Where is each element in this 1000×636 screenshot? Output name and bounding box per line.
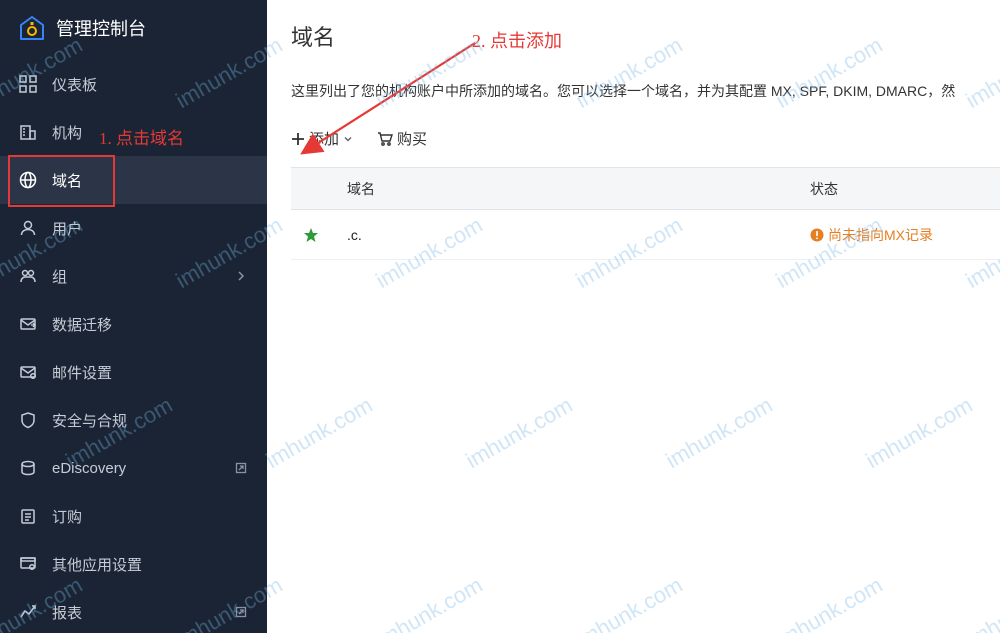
chevron-down-icon bbox=[343, 134, 353, 144]
sidebar-item-migration[interactable]: 数据迁移 bbox=[0, 300, 267, 348]
warning-icon bbox=[810, 228, 824, 242]
apps-icon bbox=[18, 554, 38, 574]
chevron-right-icon bbox=[233, 268, 249, 284]
main-content: 域名 这里列出了您的机构账户中所添加的域名。您可以选择一个域名，并为其配置 MX… bbox=[267, 0, 1000, 633]
shield-icon bbox=[18, 410, 38, 430]
table-header: 域名 状态 bbox=[291, 168, 1000, 210]
star-icon bbox=[291, 227, 331, 243]
group-icon bbox=[18, 266, 38, 286]
brand-icon bbox=[18, 14, 46, 42]
sidebar-item-organization[interactable]: 机构 bbox=[0, 108, 267, 156]
cart-icon bbox=[377, 131, 393, 147]
sidebar-item-mail-settings[interactable]: 邮件设置 bbox=[0, 348, 267, 396]
brand-title: 管理控制台 bbox=[56, 15, 146, 41]
migration-icon bbox=[18, 314, 38, 334]
domain-table: 域名 状态 .c. 尚未指向MX记录 bbox=[291, 167, 1000, 260]
sidebar: 管理控制台 仪表板 机构 bbox=[0, 0, 267, 633]
page-description: 这里列出了您的机构账户中所添加的域名。您可以选择一个域名，并为其配置 MX, S… bbox=[291, 80, 1000, 102]
add-button[interactable]: 添加 bbox=[291, 128, 353, 149]
nav-label: 邮件设置 bbox=[52, 362, 249, 383]
domain-status-cell: 尚未指向MX记录 bbox=[810, 225, 1000, 245]
globe-icon bbox=[18, 170, 38, 190]
mail-settings-icon bbox=[18, 362, 38, 382]
brand: 管理控制台 bbox=[0, 0, 267, 60]
nav-label: 订购 bbox=[52, 506, 249, 527]
dashboard-icon bbox=[18, 74, 38, 94]
sidebar-item-security[interactable]: 安全与合规 bbox=[0, 396, 267, 444]
user-icon bbox=[18, 218, 38, 238]
nav-label: 其他应用设置 bbox=[52, 554, 249, 575]
sidebar-item-ediscovery[interactable]: eDiscovery bbox=[0, 444, 267, 492]
sidebar-item-groups[interactable]: 组 bbox=[0, 252, 267, 300]
external-icon bbox=[233, 604, 249, 620]
th-status: 状态 bbox=[810, 179, 1000, 199]
sidebar-item-dashboard[interactable]: 仪表板 bbox=[0, 60, 267, 108]
nav-label: 域名 bbox=[52, 170, 249, 191]
status-text: 尚未指向MX记录 bbox=[828, 225, 933, 245]
th-domain: 域名 bbox=[291, 179, 810, 199]
sidebar-item-domain[interactable]: 域名 bbox=[0, 156, 267, 204]
buy-label: 购买 bbox=[397, 128, 427, 149]
buy-button[interactable]: 购买 bbox=[377, 128, 427, 149]
nav-label: 仪表板 bbox=[52, 74, 249, 95]
action-bar: 添加 购买 bbox=[291, 128, 1000, 149]
nav-label: 安全与合规 bbox=[52, 410, 249, 431]
sidebar-item-users[interactable]: 用户 bbox=[0, 204, 267, 252]
plus-icon bbox=[291, 132, 305, 146]
ediscovery-icon bbox=[18, 458, 38, 478]
sidebar-item-other-apps[interactable]: 其他应用设置 bbox=[0, 540, 267, 588]
reports-icon bbox=[18, 602, 38, 622]
nav-label: eDiscovery bbox=[52, 460, 219, 477]
external-icon bbox=[233, 460, 249, 476]
nav-label: 用户 bbox=[52, 218, 249, 239]
table-row[interactable]: .c. 尚未指向MX记录 bbox=[291, 210, 1000, 260]
sidebar-item-reports[interactable]: 报表 bbox=[0, 588, 267, 636]
domain-name-cell: .c. bbox=[331, 227, 810, 243]
nav-label: 数据迁移 bbox=[52, 314, 249, 335]
nav: 仪表板 机构 域名 bbox=[0, 60, 267, 636]
nav-label: 机构 bbox=[52, 122, 249, 143]
sidebar-item-subscription[interactable]: 订购 bbox=[0, 492, 267, 540]
page-title: 域名 bbox=[291, 20, 1000, 52]
nav-label: 组 bbox=[52, 266, 219, 287]
add-label: 添加 bbox=[309, 128, 339, 149]
subscription-icon bbox=[18, 506, 38, 526]
nav-label: 报表 bbox=[52, 602, 219, 623]
organization-icon bbox=[18, 122, 38, 142]
